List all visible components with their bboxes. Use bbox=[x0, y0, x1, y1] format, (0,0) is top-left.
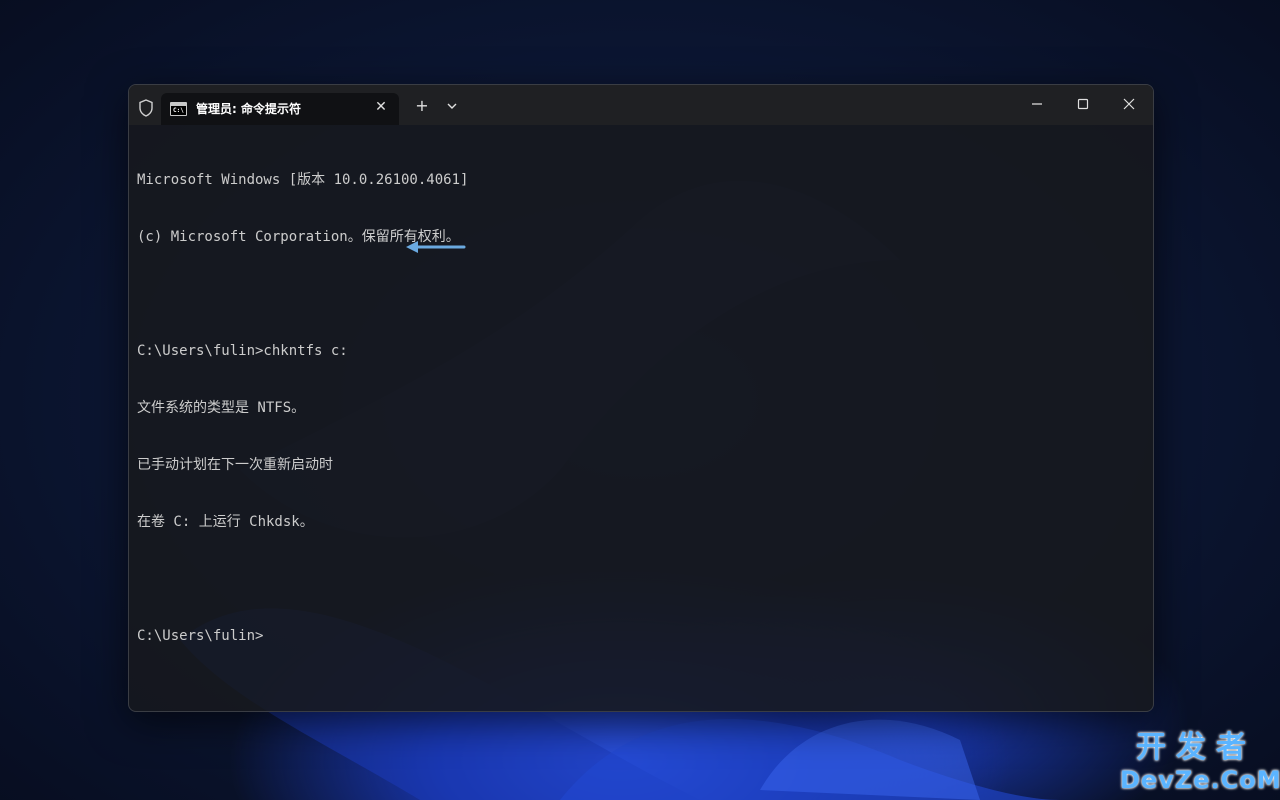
console-prompt: C:\Users\fulin> bbox=[137, 628, 264, 644]
console-line: 在卷 C: 上运行 Chkdsk。 bbox=[137, 514, 314, 530]
console-line: Microsoft Windows [版本 10.0.26100.4061] bbox=[137, 172, 469, 188]
console-output[interactable]: Microsoft Windows [版本 10.0.26100.4061] (… bbox=[137, 133, 1137, 684]
console-line: 已手动计划在下一次重新启动时 bbox=[137, 457, 333, 473]
tab-command-prompt[interactable]: C:\ 管理员: 命令提示符 ✕ bbox=[161, 93, 399, 125]
shield-icon bbox=[139, 99, 153, 117]
watermark-cn: 开发者 bbox=[1136, 730, 1256, 765]
watermark-en: DevZe.CoM bbox=[1120, 766, 1280, 794]
console-line: C:\Users\fulin>chkntfs c: bbox=[137, 343, 348, 359]
terminal-window: C:\ 管理员: 命令提示符 ✕ + Microsoft Windows [版本… bbox=[128, 84, 1154, 712]
minimize-icon[interactable] bbox=[1025, 93, 1049, 115]
cmd-icon: C:\ bbox=[170, 102, 187, 116]
title-bar[interactable]: C:\ 管理员: 命令提示符 ✕ + bbox=[129, 85, 1153, 125]
close-icon[interactable]: ✕ bbox=[373, 99, 389, 115]
window-close-icon[interactable] bbox=[1117, 93, 1141, 115]
console-line: 文件系统的类型是 NTFS。 bbox=[137, 400, 306, 416]
console-line: (c) Microsoft Corporation。保留所有权利。 bbox=[137, 229, 460, 245]
watermark-logo: 开发者 DevZe.CoM bbox=[1120, 730, 1280, 796]
chevron-down-icon[interactable] bbox=[443, 97, 461, 115]
maximize-icon[interactable] bbox=[1071, 93, 1095, 115]
tab-title: 管理员: 命令提示符 bbox=[196, 102, 301, 116]
arrow-left-icon bbox=[406, 241, 466, 253]
plus-icon[interactable]: + bbox=[413, 97, 431, 115]
